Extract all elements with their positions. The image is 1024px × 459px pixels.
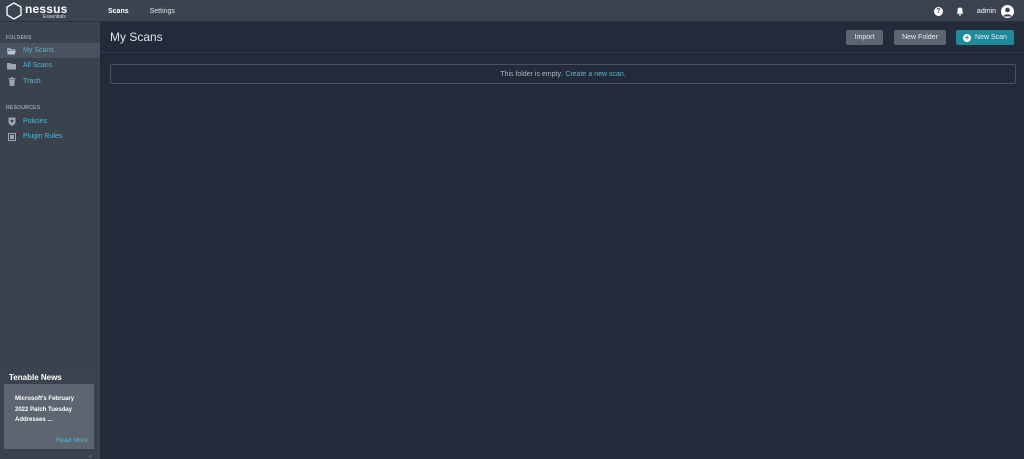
new-folder-button-label: New Folder <box>902 34 938 41</box>
sidebar-item-policies[interactable]: Policies <box>0 114 100 129</box>
read-more-link[interactable]: Read More <box>56 437 88 444</box>
sidebar-item-trash[interactable]: Trash <box>0 74 100 89</box>
sidebar-item-label: My Scans <box>23 47 54 54</box>
nav-settings[interactable]: Settings <box>150 8 175 15</box>
empty-folder-text: This folder is empty. <box>500 70 563 78</box>
hexagon-logo-icon <box>6 2 22 20</box>
avatar[interactable] <box>1001 4 1014 18</box>
page-title: My Scans <box>110 30 163 44</box>
collapse-sidebar-icon[interactable]: « <box>89 454 92 459</box>
header-divider <box>100 52 1024 53</box>
logo-name: nessus <box>25 1 68 16</box>
import-button-label: Import <box>854 34 875 41</box>
new-scan-button-label: New Scan <box>975 34 1007 41</box>
trash-icon <box>7 77 16 86</box>
sidebar-item-all-scans[interactable]: All Scans <box>0 58 100 73</box>
folder-open-icon <box>7 47 16 55</box>
help-icon[interactable]: ? <box>933 6 943 16</box>
create-new-scan-link[interactable]: Create a new scan. <box>565 71 625 78</box>
plugin-rules-icon <box>7 132 16 141</box>
empty-folder-message: This folder is empty. Create a new scan. <box>110 64 1016 84</box>
new-folder-button[interactable]: New Folder <box>894 30 946 45</box>
folder-icon <box>7 62 16 70</box>
sidebar: FOLDERS My Scans All Scans Trash RESOURC… <box>0 22 100 459</box>
sidebar-item-plugin-rules[interactable]: Plugin Rules <box>0 129 100 144</box>
sidebar-item-label: All Scans <box>23 62 53 69</box>
sidebar-item-label: Policies <box>23 118 48 125</box>
news-headline[interactable]: Microsoft's February 2022 Patch Tuesday … <box>4 384 84 426</box>
top-nav: Scans Settings <box>108 0 196 22</box>
tenable-news-panel: Tenable News Microsoft's February 2022 P… <box>4 371 94 449</box>
top-right-controls: ? admin <box>933 0 1014 22</box>
resources-section-label: RESOURCES <box>6 105 41 111</box>
sidebar-item-my-scans[interactable]: My Scans <box>0 43 100 58</box>
news-title: Tenable News <box>4 371 94 384</box>
shield-icon <box>7 117 16 126</box>
user-menu-name[interactable]: admin <box>977 8 996 15</box>
nav-scans[interactable]: Scans <box>108 8 129 15</box>
nessus-logo[interactable]: nessus Essentials <box>5 2 68 20</box>
sidebar-item-label: Trash <box>23 78 41 85</box>
user-icon <box>1003 7 1012 16</box>
folders-section-label: FOLDERS <box>6 35 32 41</box>
new-scan-button[interactable]: + New Scan <box>956 30 1014 45</box>
sidebar-item-label: Plugin Rules <box>23 133 63 140</box>
logo-edition: Essentials <box>43 13 66 20</box>
top-bar: nessus Essentials Scans Settings ? admin <box>0 0 1024 22</box>
import-button[interactable]: Import <box>846 30 883 45</box>
plus-circle-icon: + <box>963 32 972 42</box>
bell-icon[interactable] <box>956 7 964 16</box>
